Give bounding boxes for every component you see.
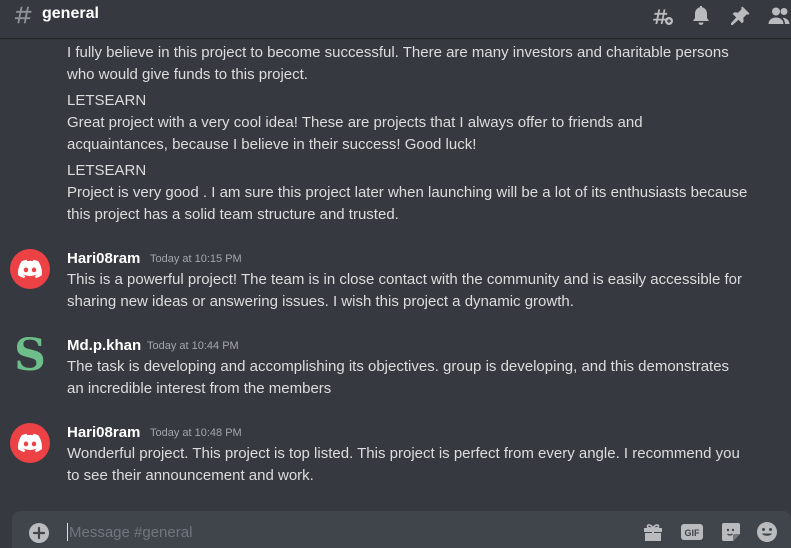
gift-icon[interactable] <box>641 520 665 544</box>
plus-icon <box>32 526 46 540</box>
message-text: Project is very good . I am sure this pr… <box>67 184 748 201</box>
message-text: LETSEARN <box>67 92 147 109</box>
text-caret <box>67 523 68 541</box>
message-list: I fully believe in this project to becom… <box>0 38 791 508</box>
avatar[interactable] <box>10 249 50 289</box>
pin-icon[interactable] <box>728 4 752 28</box>
sticker-icon[interactable] <box>719 520 743 544</box>
message-timestamp: Today at 10:44 PM <box>147 340 239 352</box>
message-text: Great project with a very cool idea! The… <box>67 114 643 131</box>
message-text: to see their announcement and work. <box>67 467 314 484</box>
gif-icon[interactable]: GIF <box>680 520 704 544</box>
message-timestamp: Today at 10:15 PM <box>150 253 242 265</box>
message-text: sharing new ideas or answering issues. I… <box>67 293 574 310</box>
message-timestamp: Today at 10:48 PM <box>150 427 242 439</box>
avatar[interactable] <box>10 423 50 463</box>
message-text: I fully believe in this project to becom… <box>67 44 729 61</box>
message-author[interactable]: Hari08ram <box>67 424 140 441</box>
message-author[interactable]: Hari08ram <box>67 250 140 267</box>
message-input[interactable] <box>69 521 529 543</box>
bell-icon[interactable] <box>689 4 713 28</box>
emoji-icon[interactable] <box>755 520 779 544</box>
avatar[interactable]: S <box>10 334 50 378</box>
channel-header: general <box>0 0 791 38</box>
message-text: This is a powerful project! The team is … <box>67 271 743 288</box>
message-text: an incredible interest from the members <box>67 380 332 397</box>
svg-text:GIF: GIF <box>685 528 701 538</box>
message-text: Wonderful project. This project is top l… <box>67 445 740 462</box>
message-author[interactable]: Md.p.khan <box>67 337 141 354</box>
message-text: acquaintances, because I believe in thei… <box>67 136 477 153</box>
avatar-letter: S <box>14 330 46 381</box>
message-text: this project has a solid team structure … <box>67 206 399 223</box>
channel-hash-icon <box>12 4 34 26</box>
message-text: who would give funds to this project. <box>67 66 308 83</box>
message-text: LETSEARN <box>67 162 147 179</box>
message-text: The task is developing and accomplishing… <box>67 358 730 375</box>
discord-logo-icon <box>18 259 42 279</box>
channel-name: general <box>42 5 99 22</box>
members-icon[interactable] <box>767 4 791 28</box>
threads-icon[interactable] <box>650 4 674 28</box>
message-composer: GIF <box>12 511 791 548</box>
add-attachment-button[interactable] <box>29 523 49 543</box>
discord-logo-icon <box>18 433 42 453</box>
